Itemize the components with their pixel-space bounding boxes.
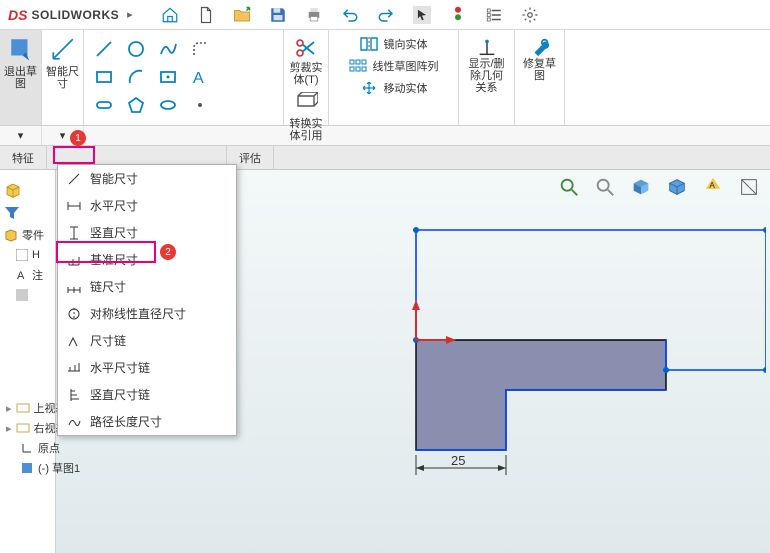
part-icon [4, 181, 22, 199]
center-rect-icon[interactable] [154, 64, 182, 90]
select-cursor-icon[interactable] [413, 6, 431, 24]
section-view-icon[interactable] [734, 174, 764, 200]
slot-tool-icon[interactable] [90, 92, 118, 118]
ordinate-icon [66, 333, 82, 349]
dimension-dropdown-menu: 智能尺寸 水平尺寸 竖直尺寸 基准尺寸 链尺寸 对称线性直径尺寸 尺寸链 水平尺… [57, 164, 237, 436]
zoom-fit-icon[interactable] [554, 174, 584, 200]
text-tool-icon[interactable]: A [186, 64, 214, 90]
svg-text:A: A [17, 270, 25, 281]
logo-dropdown-icon[interactable]: ▸ [127, 8, 133, 21]
spline-tool-icon[interactable] [154, 36, 182, 62]
sketch-tools-group: A [84, 30, 284, 125]
repair-sketch-group: 修复草图 [515, 30, 565, 125]
circle-tool-icon[interactable] [122, 36, 150, 62]
transform-group: 镜向实体 线性草图阵列 移动实体 [329, 30, 459, 125]
menu-chain-dim[interactable]: 链尺寸 [58, 273, 236, 300]
exit-sketch-label: 退出草图 [4, 66, 37, 90]
h-ordinate-icon [66, 360, 82, 376]
tree-sketch1[interactable]: (-) 草图1 [4, 458, 91, 478]
menu-symmetric-dim[interactable]: 对称线性直径尺寸 [58, 300, 236, 327]
settings-gear-icon[interactable] [521, 6, 539, 24]
menu-horizontal-dim[interactable]: 水平尺寸 [58, 192, 236, 219]
svg-text:A: A [709, 181, 715, 190]
smart-dimension-button[interactable]: 智能尺寸 [42, 30, 84, 125]
new-file-icon[interactable] [197, 6, 215, 24]
callout-badge-1: 1 [70, 130, 86, 146]
smart-dim-icon [66, 171, 82, 187]
pattern-button[interactable]: 线性草图阵列 [349, 58, 439, 74]
zoom-area-icon[interactable] [590, 174, 620, 200]
trim-button[interactable]: 剪裁实体(T) [284, 30, 328, 86]
chain-dim-icon [66, 279, 82, 295]
tree-annotations-node[interactable]: A注 [0, 264, 55, 286]
options-list-icon[interactable] [485, 6, 503, 24]
appearance-icon[interactable]: A [698, 174, 728, 200]
baseline-dim-icon [66, 252, 82, 268]
move-button[interactable]: 移动实体 [360, 80, 428, 96]
svg-text:A: A [193, 70, 204, 86]
view-orientation-icon[interactable] [626, 174, 656, 200]
rebuild-traffic-icon[interactable] [449, 6, 467, 24]
redo-icon[interactable] [377, 6, 395, 24]
display-relations-group: 显示/删除几何关系 [459, 30, 515, 125]
trim-label1: 剪裁实 [290, 62, 323, 74]
dimension-value[interactable]: 25 [451, 453, 465, 468]
home-icon[interactable] [161, 6, 179, 24]
feature-tree-toolbar [0, 178, 55, 202]
filter-icon[interactable] [0, 202, 55, 224]
arc-tool-icon[interactable] [122, 64, 150, 90]
point-tool-icon[interactable] [186, 92, 214, 118]
vdim-icon [66, 225, 82, 241]
tree-part-node[interactable]: 零件 [0, 224, 55, 246]
ribbon: 退出草图 智能尺寸 A 剪裁实体(T) [0, 30, 770, 126]
menu-h-ordinate-dim[interactable]: 水平尺寸链 [58, 354, 236, 381]
path-len-icon [66, 414, 82, 430]
sym-dim-icon [66, 306, 82, 322]
exit-sketch-dropdown[interactable]: ▾ [0, 126, 42, 145]
logo-ds-icon: DS [8, 7, 27, 23]
smart-dim-label: 智能尺寸 [46, 66, 79, 90]
sketch-geometry: 25 [366, 210, 766, 490]
open-folder-icon[interactable] [233, 6, 251, 24]
menu-vertical-dim[interactable]: 竖直尺寸 [58, 219, 236, 246]
save-icon[interactable] [269, 6, 287, 24]
menu-path-length-dim[interactable]: 路径长度尺寸 [58, 408, 236, 435]
rectangle-tool-icon[interactable] [90, 64, 118, 90]
logo-text: SOLIDWORKS [31, 8, 119, 22]
menu-ordinate-dim[interactable]: 尺寸链 [58, 327, 236, 354]
menu-smart-dim[interactable]: 智能尺寸 [58, 165, 236, 192]
feature-tree-panel: 零件 H A注 [0, 170, 56, 553]
trim-label2: 体(T) [293, 74, 318, 86]
menu-baseline-dim[interactable]: 基准尺寸 [58, 246, 236, 273]
tree-history-node[interactable]: H [0, 246, 55, 264]
undo-icon[interactable] [341, 6, 359, 24]
callout-badge-2: 2 [160, 244, 176, 260]
convert-button[interactable]: 转换实体引用 [284, 86, 328, 142]
tree-origin[interactable]: 原点 [4, 438, 91, 458]
app-logo: DS SOLIDWORKS ▸ [8, 7, 133, 23]
display-relations-button[interactable]: 显示/删除几何关系 [468, 36, 504, 94]
tab-features[interactable]: 特征 [0, 146, 47, 169]
quick-access-toolbar [161, 6, 539, 24]
repair-sketch-button[interactable]: 修复草图 [523, 36, 556, 82]
v-ordinate-icon [66, 387, 82, 403]
line-tool-icon[interactable] [90, 36, 118, 62]
print-icon[interactable] [305, 6, 323, 24]
tree-material-node[interactable] [0, 286, 55, 304]
title-bar: DS SOLIDWORKS ▸ [0, 0, 770, 30]
mirror-button[interactable]: 镜向实体 [360, 36, 428, 52]
menu-v-ordinate-dim[interactable]: 竖直尺寸链 [58, 381, 236, 408]
hdim-icon [66, 198, 82, 214]
fillet-tool-icon[interactable] [186, 36, 214, 62]
ribbon-dropdown-strip: ▾ ▾ [0, 126, 770, 146]
display-style-icon[interactable] [662, 174, 692, 200]
view-toolbar: A [554, 174, 764, 200]
ellipse-tool-icon[interactable] [154, 92, 182, 118]
exit-sketch-button[interactable]: 退出草图 [0, 30, 42, 125]
polygon-tool-icon[interactable] [122, 92, 150, 118]
edit-tools-group: 剪裁实体(T) 转换实体引用 等距实体 曲面上偏移 [284, 30, 329, 125]
